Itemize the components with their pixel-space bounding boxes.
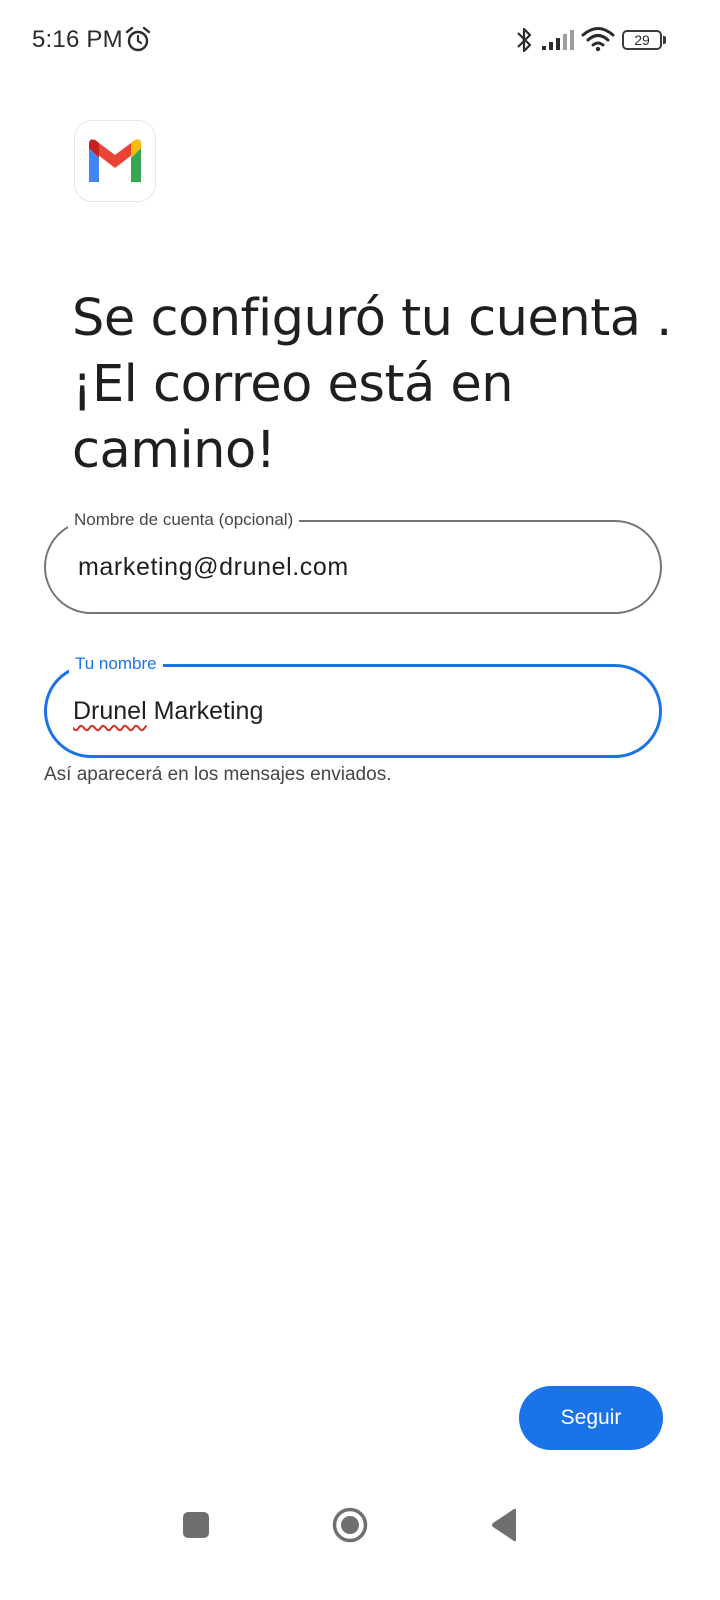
status-bar: 5:16 PM 29 (0, 0, 720, 80)
gmail-m-icon (89, 139, 141, 182)
account-name-input[interactable]: marketing@drunel.com (78, 522, 630, 612)
screen: 5:16 PM 29 Se configuró tu cuenta . ¡El … (0, 0, 720, 1600)
your-name-field[interactable]: Tu nombre Drunel Marketing (44, 654, 662, 758)
next-button[interactable]: Seguir (519, 1386, 663, 1450)
status-time: 5:16 PM (32, 26, 123, 53)
battery-icon: 29 (622, 30, 662, 50)
home-button[interactable] (332, 1507, 368, 1543)
signal-icon (542, 30, 574, 50)
alarm-icon (125, 26, 151, 52)
battery-tip (663, 36, 666, 44)
recents-button[interactable] (183, 1512, 209, 1538)
account-name-field[interactable]: Nombre de cuenta (opcional) marketing@dr… (44, 510, 662, 614)
wifi-icon (581, 27, 615, 52)
page-title: Se configuró tu cuenta . ¡El correo está… (72, 289, 672, 481)
back-button[interactable] (490, 1508, 518, 1542)
battery-level: 29 (634, 32, 650, 48)
your-name-value-rest: Marketing (146, 696, 264, 725)
gmail-logo (74, 120, 156, 202)
misspelled-word[interactable]: Drunel (73, 697, 147, 726)
your-name-input[interactable]: Drunel Marketing (73, 667, 629, 755)
helper-text: Así aparecerá en los mensajes enviados. (44, 764, 392, 785)
account-name-value: marketing@drunel.com (78, 552, 349, 581)
bluetooth-icon (517, 27, 532, 53)
